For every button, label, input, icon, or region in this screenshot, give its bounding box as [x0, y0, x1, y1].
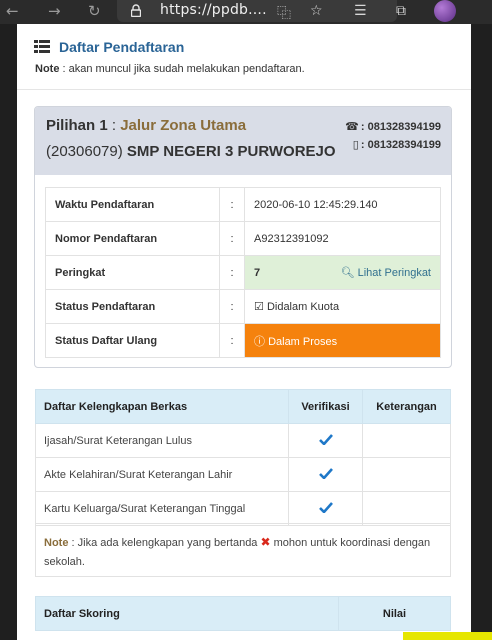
registration-info-table: Waktu Pendaftaran : 2020-06-10 12:45:29.… [45, 187, 441, 358]
remarks-cell [362, 491, 451, 526]
table-row: Waktu Pendaftaran : 2020-06-10 12:45:29.… [45, 187, 441, 222]
page-title: Daftar Pendaftaran [59, 39, 185, 55]
browser-toolbar: ← → ↻ https://ppdb.... ⿻ ☆ ☰ ⧉ [0, 0, 492, 24]
table-row: Status Daftar Ulang : ⓘ Dalam Proses [45, 323, 441, 358]
bottom-highlight [403, 632, 492, 640]
document-name: Kartu Keluarga/Surat Keterangan Tinggal [35, 491, 289, 526]
url-text: https://ppdb.... [160, 2, 267, 18]
list-icon [34, 40, 50, 53]
row-colon: : [219, 187, 245, 222]
note-text: : akan muncul jika sudah melakukan penda… [59, 63, 305, 75]
row-colon: : [219, 255, 245, 290]
check-icon [318, 433, 333, 445]
phone-line-1: ☎: 081328394199 [345, 120, 441, 133]
row-label: Waktu Pendaftaran [45, 187, 220, 222]
table-header-row: Daftar Kelengkapan Berkas Verifikasi Ket… [35, 389, 451, 424]
check-icon [318, 501, 333, 513]
right-margin [471, 24, 492, 640]
x-mark-icon: ✖ [260, 535, 271, 549]
view-rank-link[interactable]: 🔍︎ Lihat Peringkat [341, 266, 431, 279]
row-label: Status Pendaftaran [45, 289, 220, 324]
row-colon: : [219, 289, 245, 324]
remarks-cell [362, 423, 451, 458]
scoring-header: Daftar Skoring [35, 596, 339, 631]
divider [17, 89, 471, 90]
remarks-cell [362, 457, 451, 492]
registration-status-value: Didalam Kuota [266, 301, 340, 313]
search-icon: 🔍︎ [340, 266, 355, 279]
collections-icon[interactable]: ⧉ [396, 3, 406, 19]
school-line: (20306079) SMP NEGERI 3 PURWOREJO [46, 143, 336, 160]
choice-panel-header: Pilihan 1 : Jalur Zona Utama (20306079) … [35, 107, 451, 175]
mobile-phone-icon: ▯ [352, 138, 359, 151]
remarks-header: Keterangan [362, 389, 451, 424]
table-row: Akte Kelahiran/Surat Keterangan Lahir [35, 457, 451, 492]
re-registration-status-value: Dalam Proses [268, 335, 338, 348]
school-name: SMP NEGERI 3 PURWOREJO [122, 143, 336, 160]
documents-note: Note : Jika ada kelengkapan yang bertand… [35, 523, 451, 577]
table-row: Ijasah/Surat Keterangan Lulus [35, 423, 451, 458]
view-rank-label: Lihat Peringkat [357, 267, 431, 279]
checkbox-checked-icon: ☑ [254, 300, 264, 313]
forward-arrow-icon[interactable]: → [48, 2, 61, 20]
favorite-star-icon[interactable]: ☆ [310, 3, 323, 19]
note-label: Note [35, 63, 60, 75]
rank-value: 7 [254, 266, 261, 279]
school-code: (20306079) [46, 143, 123, 160]
verification-cell [288, 423, 363, 458]
phone-2: : 081328394199 [360, 139, 441, 151]
table-row: Nomor Pendaftaran : A92312391092 [45, 221, 441, 256]
check-icon [318, 467, 333, 479]
registration-status-cell: ☑ Didalam Kuota [244, 289, 441, 324]
score-header: Nilai [338, 596, 451, 631]
table-row: Status Pendaftaran : ☑ Didalam Kuota [45, 289, 441, 324]
note-label: Note [44, 537, 69, 549]
translate-icon[interactable]: ⿻ [277, 3, 291, 23]
reload-icon[interactable]: ↻ [88, 2, 101, 20]
back-arrow-icon[interactable]: ← [6, 2, 19, 20]
row-label: Peringkat [45, 255, 220, 290]
row-label: Status Daftar Ulang [45, 323, 220, 358]
re-registration-status-cell: ⓘ Dalam Proses [244, 323, 441, 358]
choice-path: Jalur Zona Utama [120, 117, 247, 134]
info-icon: ⓘ [254, 334, 265, 348]
document-name: Ijasah/Surat Keterangan Lulus [35, 423, 289, 458]
table-header-row: Daftar Skoring Nilai [35, 596, 451, 631]
lock-icon [131, 4, 141, 17]
verification-cell [288, 491, 363, 526]
left-margin [0, 24, 17, 640]
verification-header: Verifikasi [288, 389, 363, 424]
registration-time-value: 2020-06-10 12:45:29.140 [244, 187, 441, 222]
choice-panel: Pilihan 1 : Jalur Zona Utama (20306079) … [34, 106, 452, 368]
note-text-a: : Jika ada kelengkapan yang bertanda [68, 537, 261, 549]
table-row: Peringkat : 7 🔍︎ Lihat Peringkat [45, 255, 441, 290]
header-note: Note : akan muncul jika sudah melakukan … [35, 63, 305, 75]
phone-line-2: ▯: 081328394199 [353, 138, 441, 151]
scoring-table: Daftar Skoring Nilai [35, 596, 451, 631]
rank-cell: 7 🔍︎ Lihat Peringkat [244, 255, 441, 290]
choice-separator: : [107, 117, 121, 134]
documents-header: Daftar Kelengkapan Berkas [35, 389, 289, 424]
profile-avatar[interactable] [434, 0, 456, 22]
choice-label: Pilihan 1 [46, 117, 108, 134]
verification-cell [288, 457, 363, 492]
favorites-list-icon[interactable]: ☰ [354, 3, 367, 19]
table-row: Kartu Keluarga/Surat Keterangan Tinggal [35, 491, 451, 526]
documents-table: Daftar Kelengkapan Berkas Verifikasi Ket… [35, 389, 451, 526]
row-label: Nomor Pendaftaran [45, 221, 220, 256]
document-name: Akte Kelahiran/Surat Keterangan Lahir [35, 457, 289, 492]
registration-number-value: A92312391092 [244, 221, 441, 256]
row-colon: : [219, 323, 245, 358]
phone-icon: ☎ [345, 120, 359, 133]
phone-1: : 081328394199 [360, 121, 441, 133]
choice-title: Pilihan 1 : Jalur Zona Utama [46, 117, 246, 134]
row-colon: : [219, 221, 245, 256]
